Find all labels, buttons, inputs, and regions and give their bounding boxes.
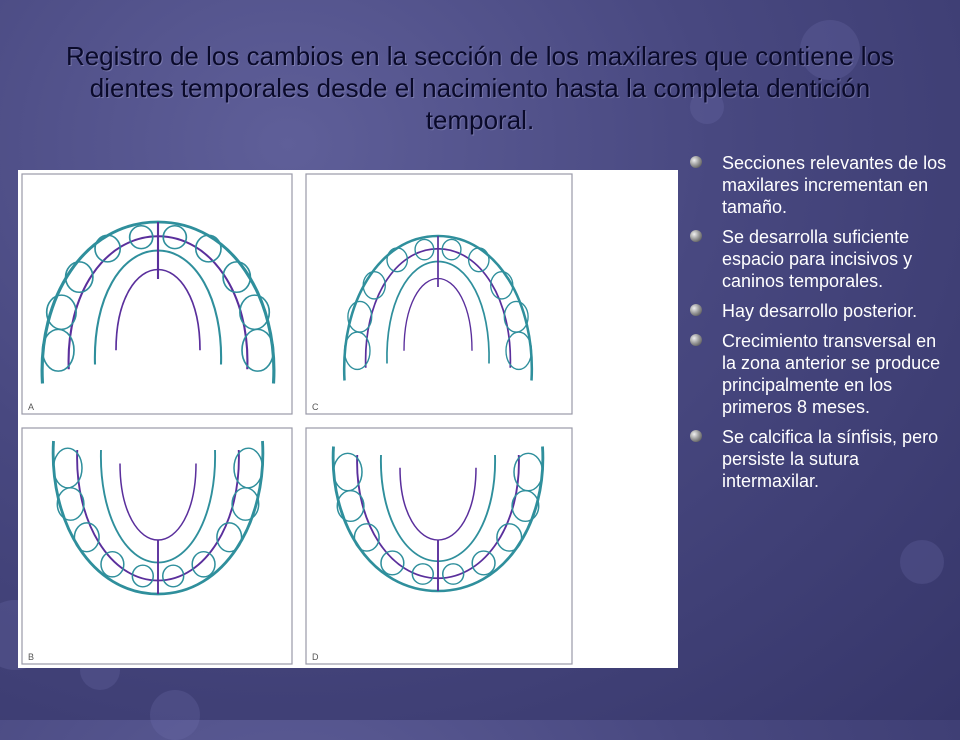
bullet-item: Crecimiento transversal en la zona anter… <box>690 330 952 418</box>
upper-arch-newborn <box>40 220 276 386</box>
bullet-item: Se calcifica la sínfisis, pero persiste … <box>690 426 952 492</box>
bullet-list: Secciones relevantes de los maxilares in… <box>690 152 952 500</box>
background-bubble <box>900 540 944 584</box>
bullet-text: Hay desarrollo posterior. <box>722 301 918 321</box>
bullet-sphere-icon <box>690 230 702 242</box>
bullet-text: Se calcifica la sínfisis, pero persiste … <box>722 427 939 491</box>
panel-a-frame <box>21 173 293 415</box>
bullet-text: Crecimiento transversal en la zona anter… <box>722 331 941 417</box>
dental-arch-figure: A C B D <box>18 170 678 668</box>
bullet-item: Hay desarrollo posterior. <box>690 300 952 322</box>
panel-d-frame <box>305 427 573 665</box>
panel-label-d: D <box>312 652 319 662</box>
lower-arch-newborn <box>51 439 265 596</box>
panel-label-a: A <box>28 402 34 412</box>
bullet-sphere-icon <box>690 156 702 168</box>
bullet-sphere-icon <box>690 430 702 442</box>
lower-arch-complete <box>331 445 545 593</box>
upper-arch-complete <box>342 234 534 382</box>
bullet-text: Se desarrolla suficiente espacio para in… <box>722 227 913 291</box>
bullet-text: Secciones relevantes de los maxilares in… <box>722 153 947 217</box>
bullet-sphere-icon <box>690 304 702 316</box>
dental-arch-diagram: A C B D <box>21 173 573 665</box>
panel-label-b: B <box>28 652 34 662</box>
bullet-item: Se desarrolla suficiente espacio para in… <box>690 226 952 292</box>
bullet-item: Secciones relevantes de los maxilares in… <box>690 152 952 218</box>
panel-b-frame <box>21 427 293 665</box>
bullet-sphere-icon <box>690 334 702 346</box>
slide-title: Registro de los cambios en la sección de… <box>65 41 895 135</box>
background-bubble <box>150 690 200 740</box>
panel-label-c: C <box>312 402 319 412</box>
